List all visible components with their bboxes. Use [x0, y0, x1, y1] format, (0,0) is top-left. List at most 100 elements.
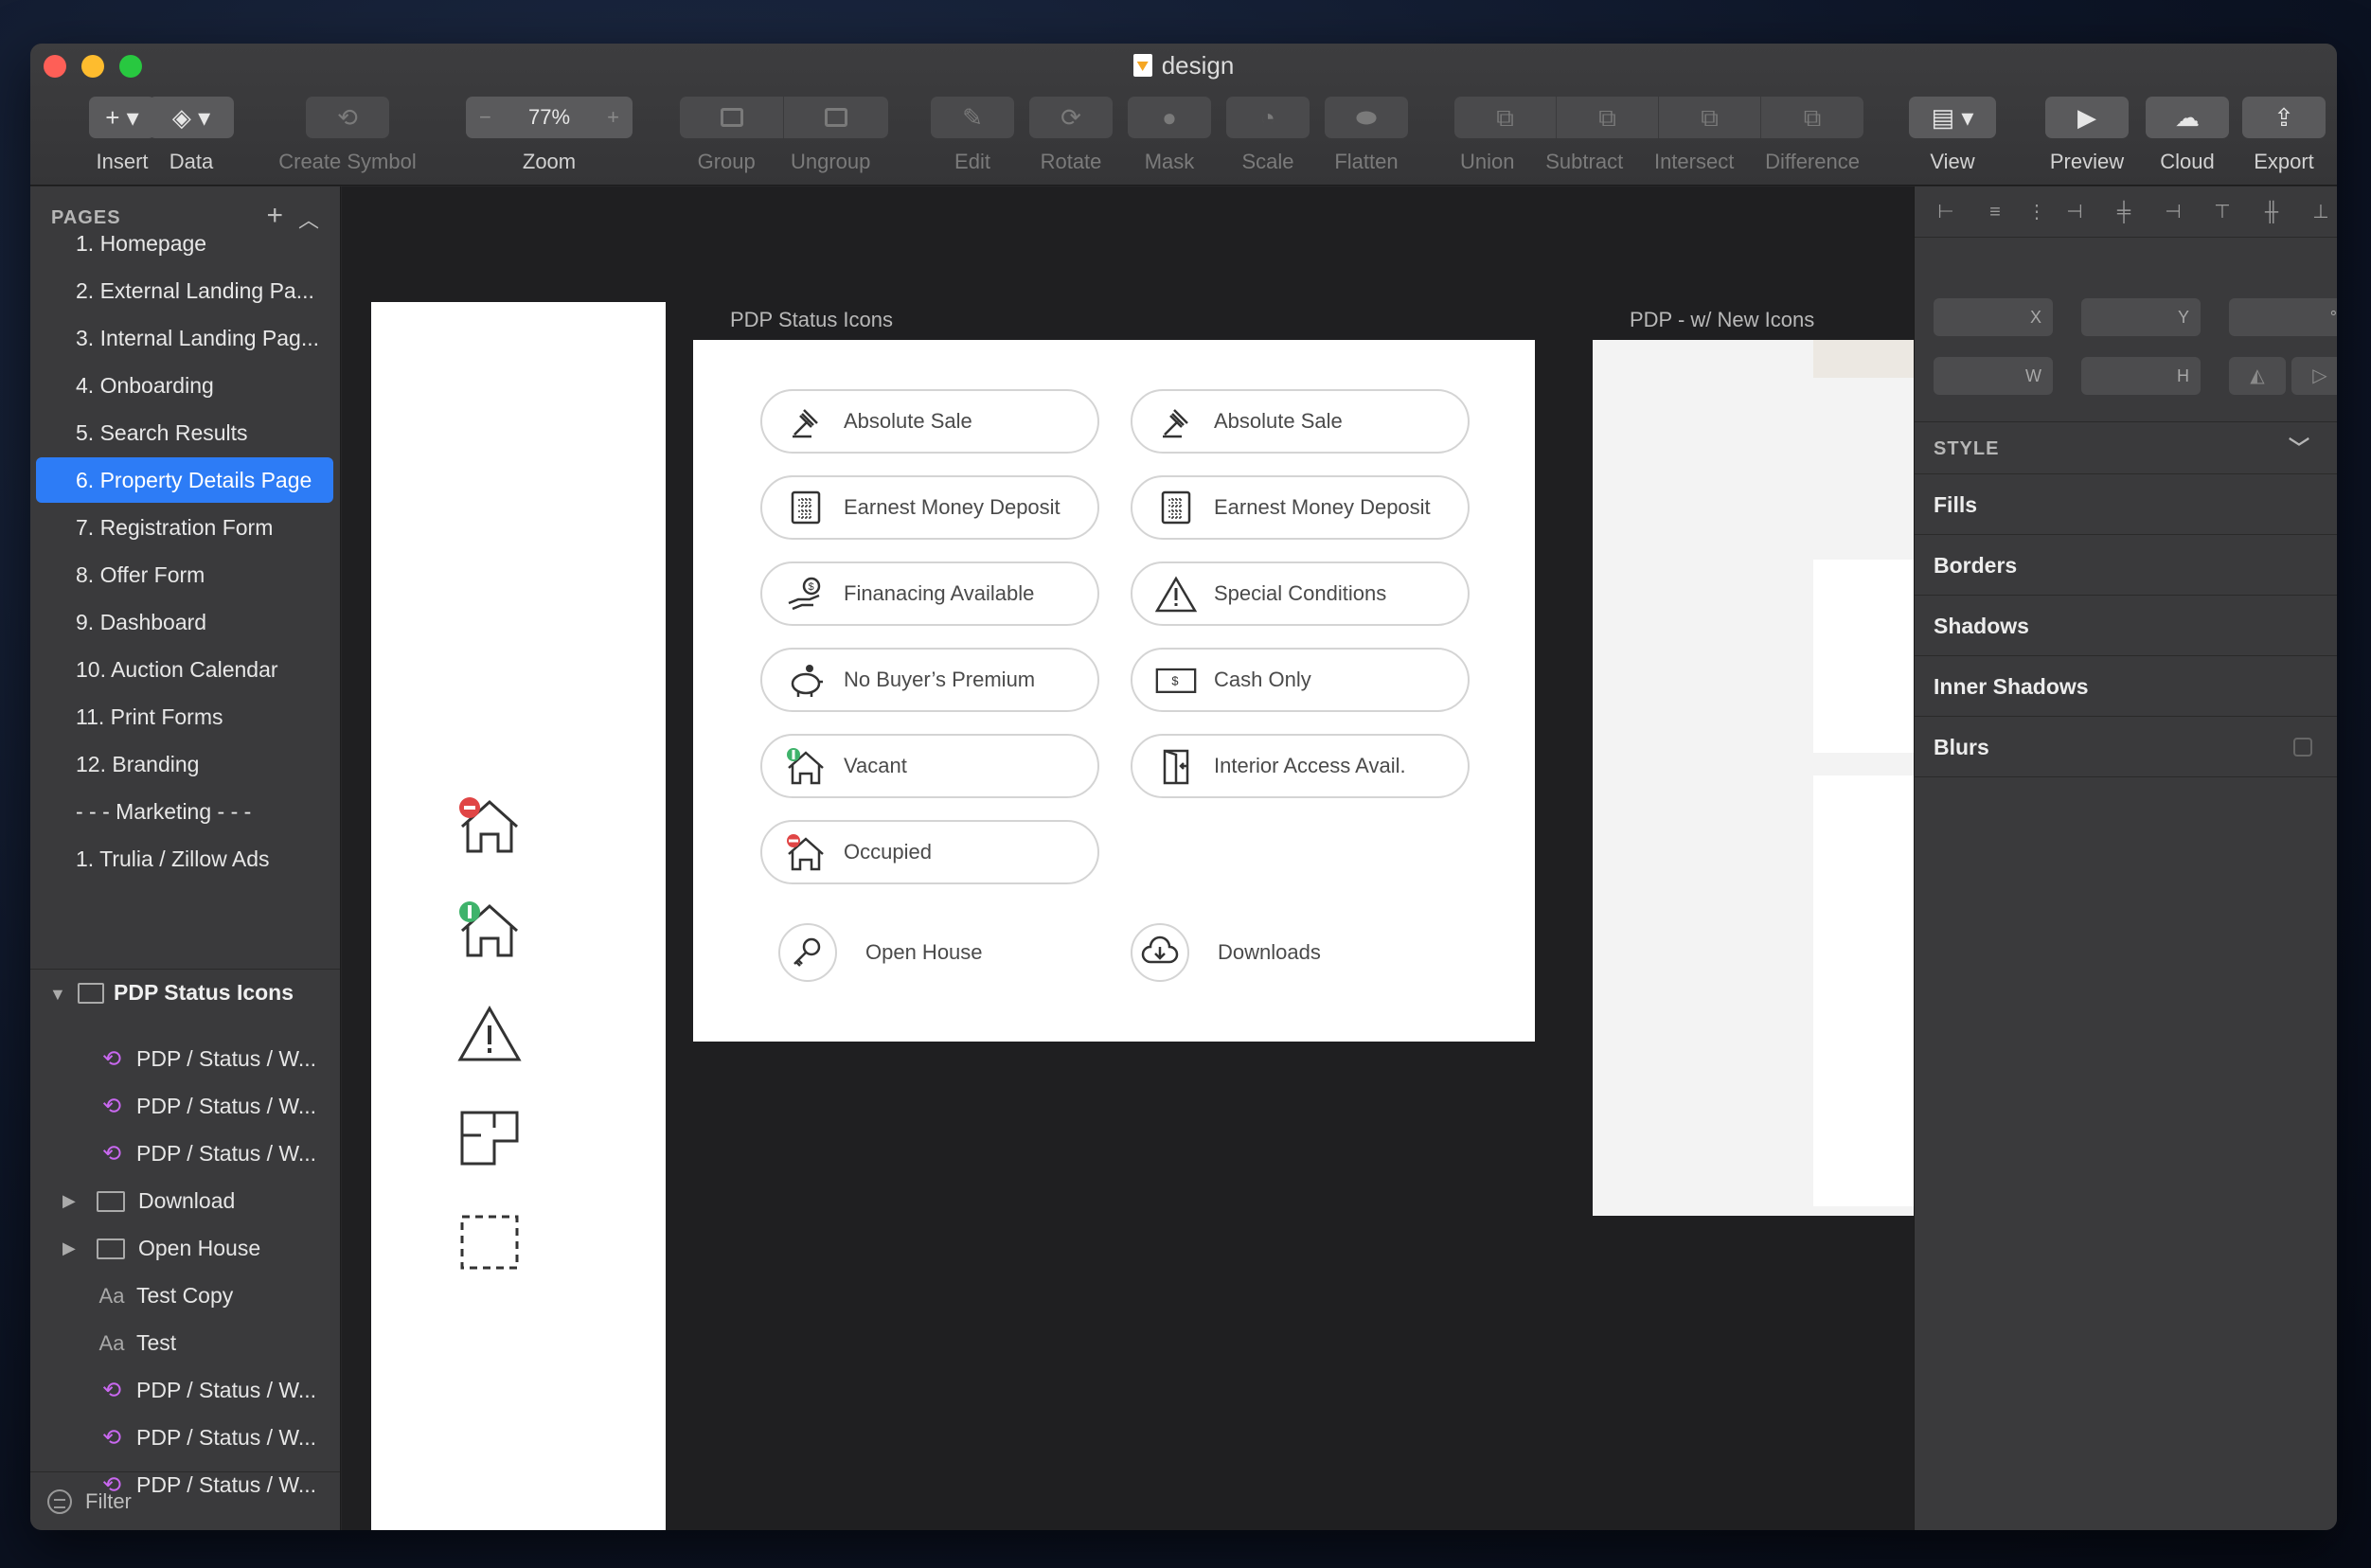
blurs-section[interactable]: Blurs: [1915, 717, 2337, 777]
zoom-out-icon[interactable]: −: [479, 105, 491, 130]
canvas[interactable]: PDP Status Icons PDP - w/ New Icons Abso…: [342, 187, 1914, 1530]
page-item[interactable]: - - - Marketing - - -: [36, 789, 333, 834]
scale-button[interactable]: ◔ Scale: [1225, 97, 1310, 174]
preview-button[interactable]: ▶ Preview: [2040, 97, 2134, 174]
calculator-icon: [785, 489, 827, 526]
status-pill[interactable]: Absolute Sale: [1131, 389, 1470, 454]
width-field[interactable]: W: [1934, 357, 2053, 395]
disclosure-closed-icon[interactable]: ▶: [62, 1224, 76, 1272]
page-item[interactable]: 2. External Landing Pa...: [36, 268, 333, 313]
page-item[interactable]: 1. Trulia / Zillow Ads: [36, 836, 333, 882]
share-icon: ⇪: [2273, 103, 2294, 132]
align-center-icon[interactable]: ≡: [1985, 202, 2006, 223]
align-bottom-icon[interactable]: ⊥: [2310, 202, 2331, 223]
y-field[interactable]: Y: [2081, 298, 2201, 336]
data-button[interactable]: ◈ ▾ Data: [146, 97, 237, 174]
content-block: [1813, 775, 1914, 1206]
view-button[interactable]: ▤ ▾ View: [1907, 97, 1998, 174]
borders-section[interactable]: Borders: [1915, 535, 2337, 596]
downloads-item[interactable]: Downloads: [1131, 923, 1321, 982]
artboard-left[interactable]: [371, 302, 666, 1530]
status-pill[interactable]: Absolute Sale: [760, 389, 1099, 454]
artboard-title[interactable]: PDP - w/ New Icons: [1630, 308, 1814, 332]
edit-button[interactable]: ✎ Edit: [930, 97, 1015, 174]
align-left-icon[interactable]: ⊢: [1935, 202, 1956, 223]
status-pill[interactable]: Special Conditions: [1131, 561, 1470, 626]
align-top-edge-icon[interactable]: ⊣: [2064, 202, 2085, 223]
artboard-pdp-new-icons[interactable]: [1593, 340, 1914, 1216]
house-vacant-icon: [459, 901, 519, 957]
flatten-button[interactable]: ⬬ Flatten: [1324, 97, 1409, 174]
style-header[interactable]: STYLE ﹀: [1915, 421, 2337, 474]
status-pill[interactable]: Earnest Money Deposit: [1131, 475, 1470, 540]
x-field[interactable]: X: [1934, 298, 2053, 336]
export-button[interactable]: ⇪ Export: [2237, 97, 2331, 174]
layer-item[interactable]: ▶ Open House: [30, 1224, 340, 1272]
gavel-icon: [785, 402, 827, 440]
align-horizontal-center-icon[interactable]: ╪: [2113, 202, 2134, 223]
status-pill[interactable]: Earnest Money Deposit: [760, 475, 1099, 540]
open-house-item[interactable]: Open House: [778, 923, 983, 982]
page-item[interactable]: 11. Print Forms: [36, 694, 333, 739]
disclosure-closed-icon[interactable]: ▶: [62, 1177, 76, 1224]
filter-bar[interactable]: Filter: [30, 1471, 340, 1530]
window-title: design: [30, 51, 2337, 80]
group-button[interactable]: [680, 97, 784, 138]
zoom-in-icon[interactable]: +: [607, 105, 619, 130]
shadows-section[interactable]: Shadows: [1915, 596, 2337, 656]
status-pill[interactable]: No Buyer’s Premium: [760, 648, 1099, 712]
align-right-icon[interactable]: ⊣: [2163, 202, 2184, 223]
ungroup-button[interactable]: [784, 97, 888, 138]
layer-item[interactable]: ⟲ PDP / Status / W...: [30, 1035, 340, 1082]
svg-text:$: $: [1171, 674, 1178, 688]
status-pill[interactable]: Interior Access Avail.: [1131, 734, 1470, 798]
page-item[interactable]: 5. Search Results: [36, 410, 333, 455]
rotate-button[interactable]: ⟳ Rotate: [1028, 97, 1114, 174]
page-item[interactable]: 8. Offer Form: [36, 552, 333, 597]
intersect-button[interactable]: ⧉: [1659, 97, 1761, 138]
align-middle-icon[interactable]: ╫: [2261, 202, 2282, 223]
layers-icon: ◈ ▾: [171, 103, 211, 132]
artboard-title[interactable]: PDP Status Icons: [730, 308, 893, 332]
chevron-down-icon[interactable]: ﹀: [2289, 422, 2310, 475]
layer-item[interactable]: Aa Test Copy: [30, 1272, 340, 1319]
blur-checkbox[interactable]: [2293, 738, 2312, 757]
disclosure-open-icon[interactable]: ▼: [49, 971, 72, 1018]
fills-section[interactable]: Fills: [1915, 474, 2337, 535]
distribute-icon[interactable]: ⋮: [2026, 202, 2047, 223]
flip-horizontal-icon[interactable]: ◭: [2229, 357, 2286, 395]
difference-button[interactable]: ⧉: [1761, 97, 1863, 138]
status-pill[interactable]: $ Finanacing Available: [760, 561, 1099, 626]
subtract-button[interactable]: ⧉: [1557, 97, 1659, 138]
warning-icon: [457, 1005, 522, 1061]
layer-item[interactable]: ▶ Download: [30, 1177, 340, 1224]
union-button[interactable]: ⧉: [1454, 97, 1557, 138]
layer-item[interactable]: ⟲ PDP / Status / W...: [30, 1130, 340, 1177]
zoom-control[interactable]: − 77% + Zoom: [466, 97, 633, 174]
flip-vertical-icon[interactable]: ▷: [2291, 357, 2337, 395]
inner-shadows-section[interactable]: Inner Shadows: [1915, 656, 2337, 717]
layer-group-artboard[interactable]: ▼ PDP Status Icons: [30, 969, 340, 1016]
status-pill[interactable]: Vacant: [760, 734, 1099, 798]
height-field[interactable]: H: [2081, 357, 2201, 395]
layer-item[interactable]: ⟲ PDP / Status / W...: [30, 1366, 340, 1414]
page-item-active[interactable]: 6. Property Details Page: [36, 457, 333, 503]
page-item[interactable]: 7. Registration Form: [36, 505, 333, 550]
layer-item[interactable]: Aa Test: [30, 1319, 340, 1366]
layer-item[interactable]: ⟲ PDP / Status / W...: [30, 1082, 340, 1130]
page-item[interactable]: 3. Internal Landing Pag...: [36, 315, 333, 361]
rotation-field[interactable]: °: [2229, 298, 2337, 336]
align-top-icon[interactable]: ⊤: [2212, 202, 2233, 223]
create-symbol-button[interactable]: ⟲ Create Symbol: [267, 97, 428, 174]
artboard-pdp-status-icons[interactable]: Absolute Sale Absolute Sale Earnest Mone…: [693, 340, 1535, 1042]
page-item[interactable]: 10. Auction Calendar: [36, 647, 333, 692]
mask-button[interactable]: ● Mask: [1127, 97, 1212, 174]
page-item[interactable]: 12. Branding: [36, 741, 333, 787]
status-pill[interactable]: Occupied: [760, 820, 1099, 884]
layer-item[interactable]: ⟲ PDP / Status / W...: [30, 1414, 340, 1461]
page-item[interactable]: 4. Onboarding: [36, 363, 333, 408]
page-item[interactable]: 1. Homepage: [36, 221, 333, 266]
status-pill[interactable]: $ Cash Only: [1131, 648, 1470, 712]
cloud-button[interactable]: ☁ Cloud: [2140, 97, 2235, 174]
page-item[interactable]: 9. Dashboard: [36, 599, 333, 645]
